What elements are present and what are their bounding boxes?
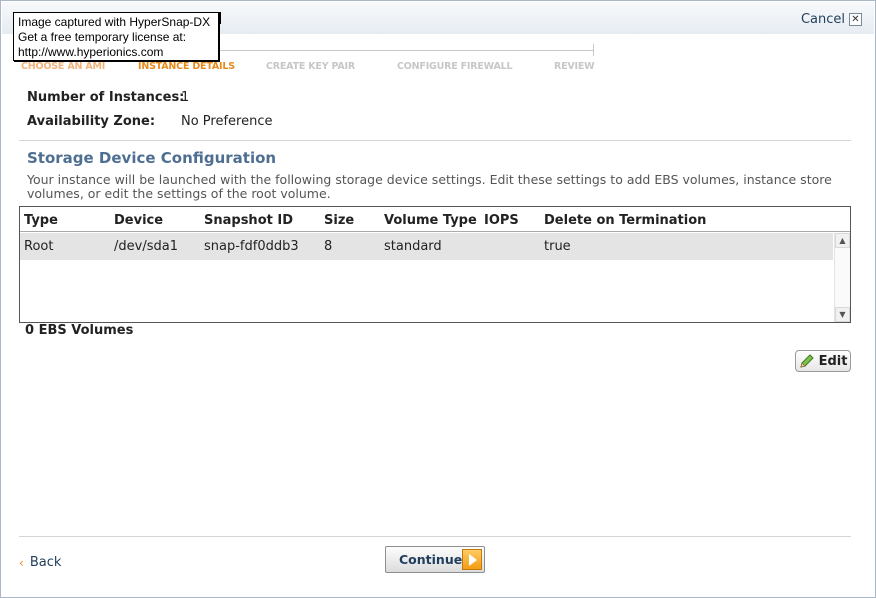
close-icon[interactable]: ✕ [849,13,862,26]
cell-snapshot-id: snap-fdf0ddb3 [204,239,299,254]
step-configure-firewall: CONFIGURE FIREWALL [397,61,513,72]
column-header-iops[interactable]: IOPS [484,213,519,228]
column-header-volume-type[interactable]: Volume Type [384,213,477,228]
storage-device-table: Type Device Snapshot ID Size Volume Type… [19,206,851,323]
continue-button[interactable]: Continue [385,546,485,573]
step-review: REVIEW [554,61,595,72]
step-choose-ami: CHOOSE AN AMI [21,61,106,72]
column-header-delete-on-termination[interactable]: Delete on Termination [544,213,706,228]
cell-device: /dev/sda1 [114,239,178,254]
cell-size: 8 [324,239,333,254]
chevron-left-icon: ‹ [19,555,24,570]
storage-section-title: Storage Device Configuration [27,149,277,167]
edit-label: Edit [818,353,848,369]
availability-zone-value: No Preference [181,114,273,129]
column-header-snapshot-id[interactable]: Snapshot ID [204,213,293,228]
section-divider [19,140,851,141]
table-row[interactable]: Root /dev/sda1 snap-fdf0ddb3 8 standard … [20,233,833,260]
watermark-line-3: http://www.hyperionics.com [18,45,164,59]
back-label: Back [29,555,62,570]
watermark-overlay: Image captured with HyperSnap-DX Get a f… [13,12,219,61]
cancel-label: Cancel [800,12,845,27]
table-header: Type Device Snapshot ID Size Volume Type… [20,207,850,232]
footer-divider [19,536,851,537]
scroll-down-icon[interactable]: ▼ [835,307,850,322]
column-header-type[interactable]: Type [24,213,58,228]
instances-label: Number of Instances: [27,90,185,105]
step-create-key-pair: CREATE KEY PAIR [266,61,355,72]
cancel-button[interactable]: Cancel ✕ [801,12,862,27]
table-scrollbar[interactable]: ▲ ▼ [834,233,850,322]
storage-description: Your instance will be launched with the … [27,172,832,201]
wizard-steps: CHOOSE AN AMI INSTANCE DETAILS CREATE KE… [0,61,876,73]
cell-volume-type: standard [384,239,442,254]
ebs-volume-count: 0 EBS Volumes [25,323,134,338]
continue-label: Continue [399,552,463,567]
column-header-size[interactable]: Size [324,213,354,228]
watermark-line-1: Image captured with HyperSnap-DX [18,15,211,29]
back-link[interactable]: ‹ Back [19,555,61,570]
cell-type: Root [24,239,54,254]
instances-value: 1 [181,90,190,105]
progress-track-end [593,44,594,56]
arrow-right-icon [462,549,482,570]
availability-zone-label: Availability Zone: [27,114,156,129]
edit-button[interactable]: Edit [795,350,851,372]
watermark-line-2: Get a free temporary license at: [18,30,187,44]
progress-track [218,50,594,51]
cell-delete-on-termination: true [544,239,571,254]
column-header-device[interactable]: Device [114,213,163,228]
scroll-up-icon[interactable]: ▲ [835,233,850,248]
step-instance-details: INSTANCE DETAILS [138,61,235,72]
pencil-icon [799,354,814,368]
